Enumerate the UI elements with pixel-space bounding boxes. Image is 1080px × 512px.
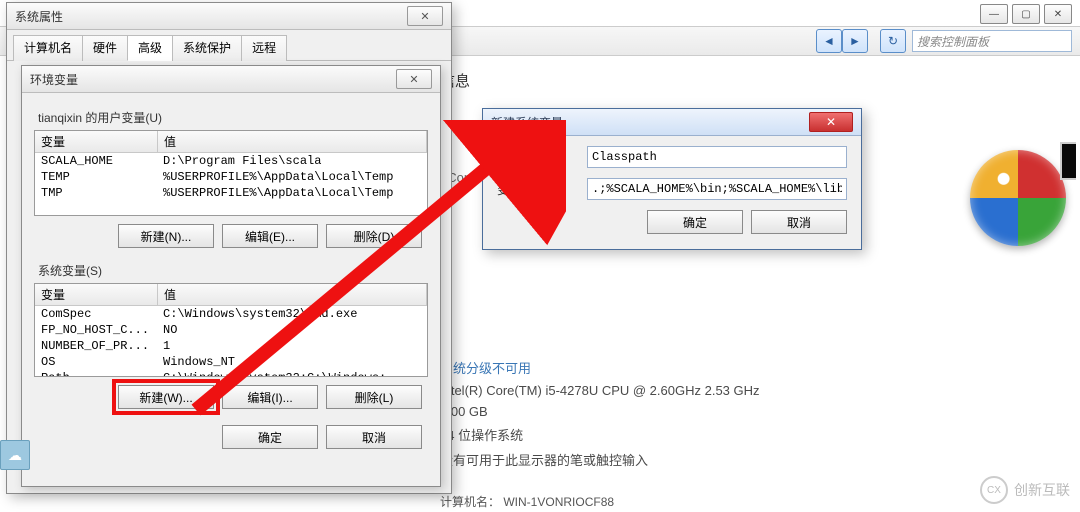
tab-computer-name[interactable]: 计算机名 <box>13 35 83 61</box>
window-minimize-button[interactable]: — <box>980 4 1008 24</box>
list-item[interactable]: Path C:\Windows\system32;C:\Windows; <box>35 370 427 377</box>
ram-info: 2.00 GB <box>440 404 760 419</box>
watermark: CX 创新互联 <box>980 476 1070 504</box>
cloud-sticker-icon: ☁ <box>0 440 30 470</box>
refresh-button[interactable]: ↻ <box>880 29 906 53</box>
rating-unavailable: 系统分级不可用 <box>440 358 760 377</box>
window-maximize-button[interactable]: ▢ <box>1012 4 1040 24</box>
cpu-info: Intel(R) Core(TM) i5-4278U CPU @ 2.60GHz… <box>440 383 760 398</box>
user-new-button[interactable]: 新建(N)... <box>118 224 214 248</box>
sys-vars-list[interactable]: 变量 值 ComSpec C:\Windows\system32\cmd.exe… <box>34 283 428 377</box>
windows-logo-icon <box>970 150 1066 246</box>
env-dialog-close-button[interactable]: ✕ <box>396 69 432 89</box>
computer-name-value: WIN-1VONRIOCF88 <box>503 495 614 509</box>
nav-back-button[interactable]: ◄ <box>816 29 842 53</box>
side-widget <box>1060 142 1076 180</box>
sys-edit-button[interactable]: 编辑(I)... <box>222 385 318 409</box>
os-type-info: 64 位操作系统 <box>440 425 760 444</box>
sys-delete-button[interactable]: 删除(L) <box>326 385 422 409</box>
system-properties-dialog: 系统属性 ✕ 计算机名 硬件 高级 系统保护 远程 环境变量 ✕ tianqix… <box>6 2 452 494</box>
search-input[interactable]: 搜索控制面板 <box>912 30 1072 52</box>
sys-vars-label: 系统变量(S) <box>38 262 428 279</box>
tab-system-protection[interactable]: 系统保护 <box>172 35 242 61</box>
col-header-name[interactable]: 变量 <box>35 131 158 152</box>
tab-bar: 计算机名 硬件 高级 系统保护 远程 <box>7 30 451 61</box>
user-edit-button[interactable]: 编辑(E)... <box>222 224 318 248</box>
tab-hardware[interactable]: 硬件 <box>82 35 128 61</box>
list-item[interactable]: TMP %USERPROFILE%\AppData\Local\Temp <box>35 185 427 201</box>
newvar-close-button[interactable]: ✕ <box>809 112 853 132</box>
env-ok-button[interactable]: 确定 <box>222 425 318 449</box>
col-header-value[interactable]: 值 <box>158 131 427 152</box>
list-item[interactable]: SCALA_HOME D:\Program Files\scala <box>35 153 427 169</box>
list-item[interactable]: NUMBER_OF_PR... 1 <box>35 338 427 354</box>
list-item[interactable]: ComSpec C:\Windows\system32\cmd.exe <box>35 306 427 322</box>
list-item[interactable]: TEMP %USERPROFILE%\AppData\Local\Temp <box>35 169 427 185</box>
tab-remote[interactable]: 远程 <box>241 35 287 61</box>
computer-name-label: 计算机名： <box>440 495 500 509</box>
newvar-title: 新建系统变量 <box>491 114 563 131</box>
variable-value-input[interactable] <box>587 178 847 200</box>
variable-value-label: 变量值(V)： <box>497 181 579 198</box>
new-system-variable-dialog: 新建系统变量 ✕ 变量名(N)： 变量值(V)： 确定 取消 <box>482 108 862 250</box>
dialog-title: 系统属性 <box>15 8 63 25</box>
variable-name-label: 变量名(N)： <box>497 149 579 166</box>
watermark-text: 创新互联 <box>1014 480 1070 500</box>
tab-advanced[interactable]: 高级 <box>127 35 173 61</box>
env-dialog-title: 环境变量 <box>30 71 78 88</box>
environment-variables-dialog: 环境变量 ✕ tianqixin 的用户变量(U) 变量 值 SCALA_HOM… <box>21 65 441 487</box>
dialog-close-button[interactable]: ✕ <box>407 6 443 26</box>
col-header-value[interactable]: 值 <box>158 284 427 305</box>
user-vars-list[interactable]: 变量 值 SCALA_HOME D:\Program Files\scala T… <box>34 130 428 216</box>
newvar-cancel-button[interactable]: 取消 <box>751 210 847 234</box>
user-vars-label: tianqixin 的用户变量(U) <box>38 109 428 126</box>
pen-touch-info: 没有可用于此显示器的笔或触控输入 <box>440 450 760 469</box>
env-cancel-button[interactable]: 取消 <box>326 425 422 449</box>
window-close-button[interactable]: ✕ <box>1044 4 1072 24</box>
nav-forward-button[interactable]: ► <box>842 29 868 53</box>
list-item[interactable]: FP_NO_HOST_C... NO <box>35 322 427 338</box>
watermark-logo-icon: CX <box>980 476 1008 504</box>
user-delete-button[interactable]: 删除(D) <box>326 224 422 248</box>
list-item[interactable]: OS Windows_NT <box>35 354 427 370</box>
sys-new-button[interactable]: 新建(W)... <box>118 385 214 409</box>
newvar-ok-button[interactable]: 确定 <box>647 210 743 234</box>
variable-name-input[interactable] <box>587 146 847 168</box>
col-header-name[interactable]: 变量 <box>35 284 158 305</box>
page-heading: 信息 <box>440 70 1074 91</box>
